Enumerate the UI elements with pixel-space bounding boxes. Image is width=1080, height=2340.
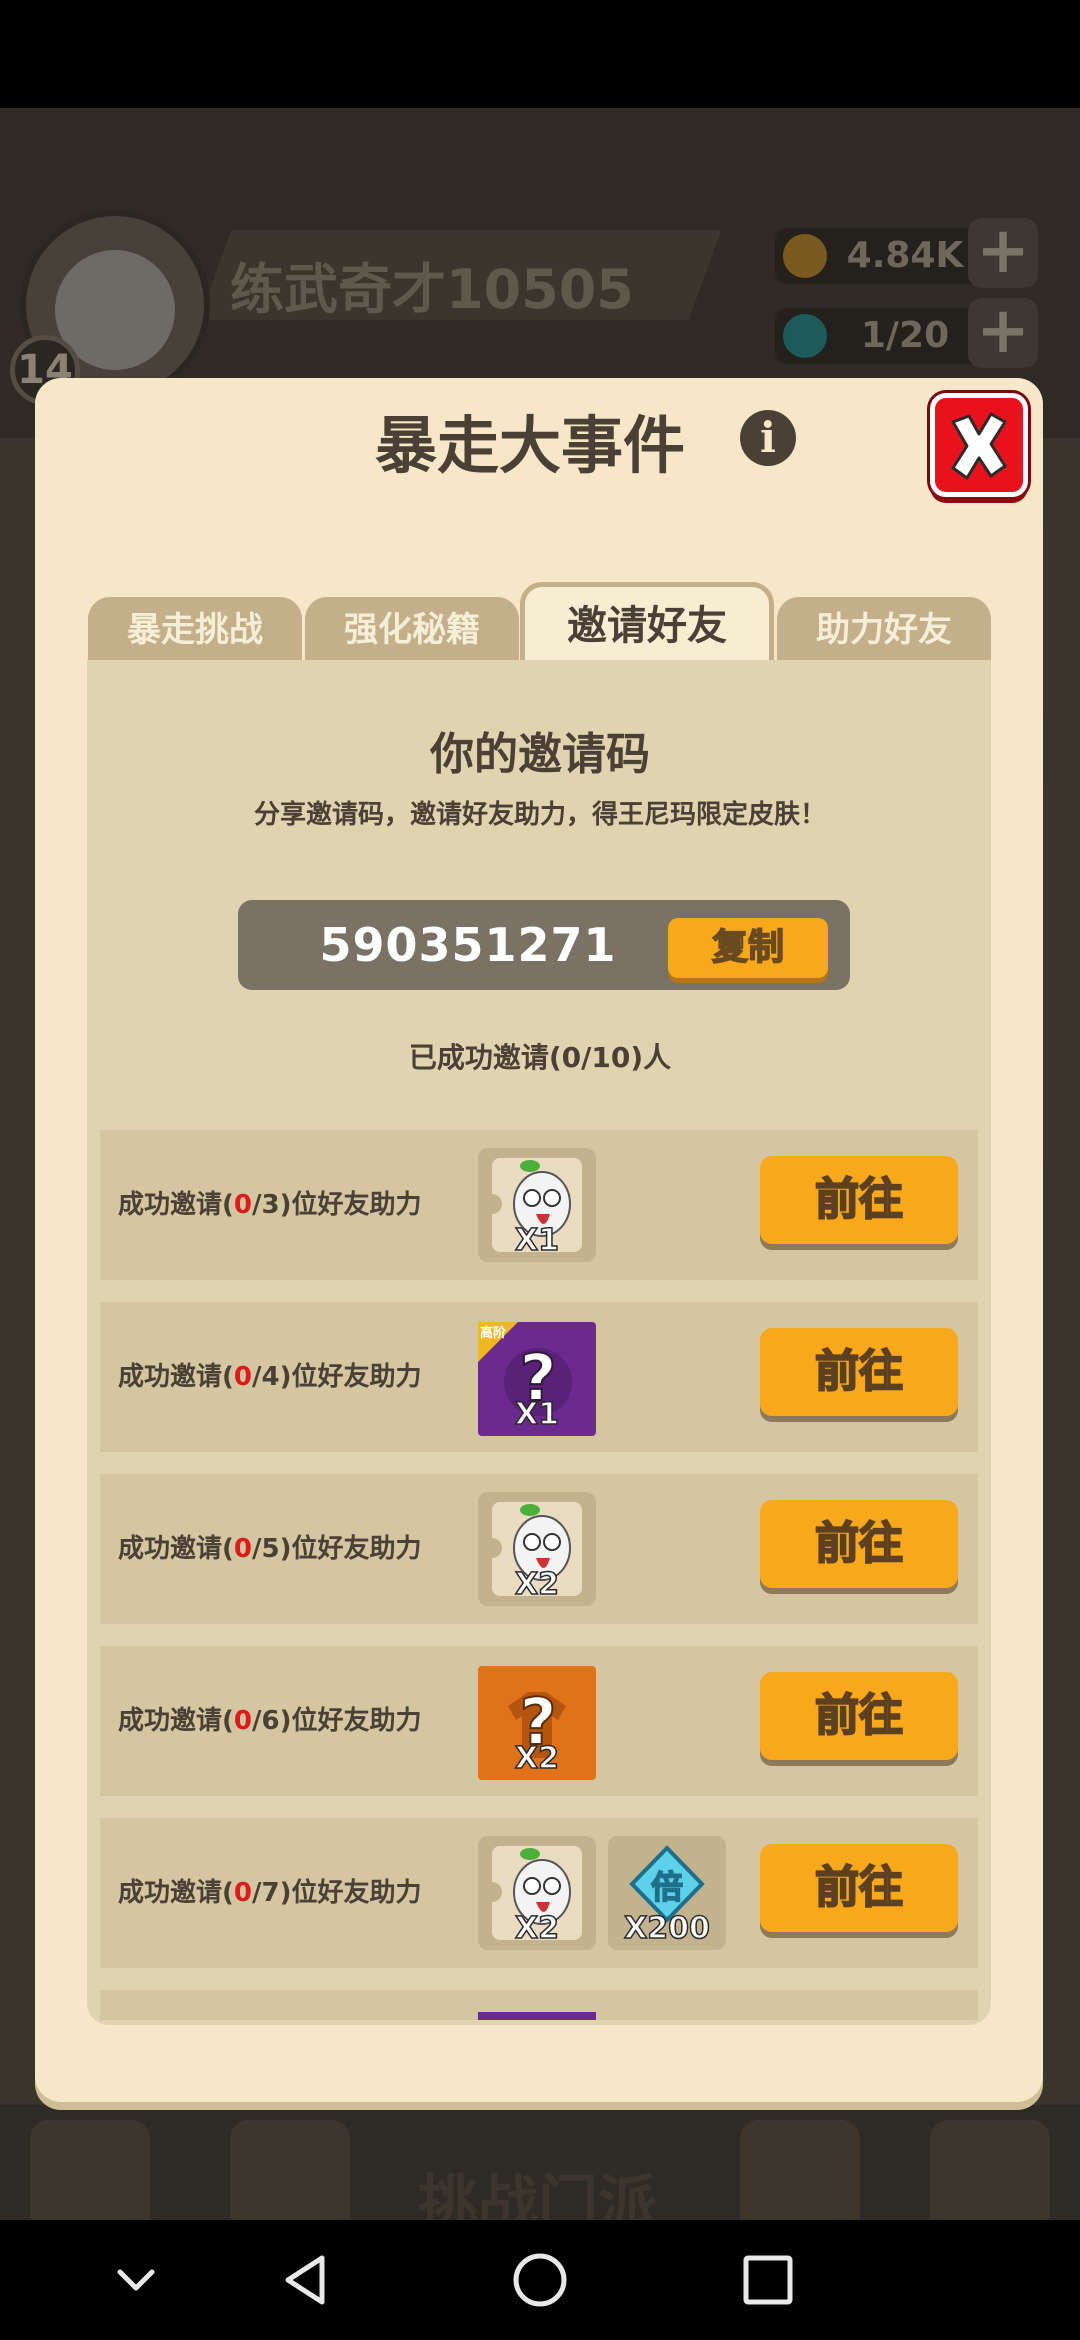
reward-quantity: X1 [514,1222,560,1259]
reward-requirement: 成功邀请(0/5)位好友助力 [118,1534,422,1564]
reward-row: 成功邀请(0/5)位好友助力 X2 前往 [100,1474,978,1624]
reward-row: 成功邀请(0/3)位好友助力 X1 前往 [100,1130,978,1280]
gem-glyph: 倍 [651,1868,683,1906]
go-button[interactable]: 前往 [760,1156,958,1244]
reward-item[interactable]: 倍 X200 [608,1836,726,1950]
reward-row-partial [100,1990,978,2020]
go-button[interactable]: 前往 [760,1844,958,1932]
add-stamina-button: + [968,298,1038,368]
reward-requirement: 成功邀请(0/6)位好友助力 [118,1706,422,1736]
tab-enhance-manual[interactable]: 强化秘籍 [305,597,519,661]
go-button[interactable]: 前往 [760,1328,958,1416]
close-icon [951,412,1007,480]
tab-assist-friends[interactable]: 助力好友 [777,597,991,661]
reward-item[interactable]: ? X1 高阶 [478,1322,596,1436]
player-name: 练武奇才10505 [230,258,634,321]
coin-icon [783,234,827,278]
reward-row: 成功邀请(0/6)位好友助力 ? X2 前往 [100,1646,978,1796]
invite-code-title: 你的邀请码 [430,729,650,780]
copy-button[interactable]: 复制 [668,918,828,978]
tier-badge: 高阶 [480,1326,507,1341]
tab-invite-friends[interactable]: 邀请好友 [520,582,774,662]
reward-quantity: X2 [514,1910,560,1947]
info-icon[interactable]: i [740,410,796,466]
reward-row: 成功邀请(0/4)位好友助力 ? X1 高阶 前往 [100,1302,978,1452]
reward-item-partial [478,2012,596,2020]
reward-quantity: X200 [623,1910,710,1947]
recents-icon[interactable] [732,2244,804,2316]
home-icon[interactable] [504,2244,576,2316]
close-button[interactable] [930,393,1028,497]
invited-count: 已成功邀请(0/10)人 [408,1041,672,1074]
go-button[interactable]: 前往 [760,1500,958,1588]
reward-requirement: 成功邀请(0/4)位好友助力 [118,1362,422,1392]
status-bar [0,0,1080,108]
reward-item[interactable]: X2 [478,1492,596,1606]
reward-item[interactable]: X2 [478,1836,596,1950]
reward-quantity: X2 [514,1566,560,1603]
go-button[interactable]: 前往 [760,1672,958,1760]
reward-requirement: 成功邀请(0/7)位好友助力 [118,1878,422,1908]
add-currency-button: + [968,218,1038,288]
reward-item[interactable]: X1 [478,1148,596,1262]
back-icon[interactable] [272,2244,344,2316]
reward-row: 成功邀请(0/7)位好友助力 X2 倍 X200 前往 [100,1818,978,1968]
modal-title: 暴走大事件 [374,409,685,482]
invite-code-value: 590351271 [319,918,617,972]
gem-icon [783,314,827,358]
reward-requirement: 成功邀请(0/3)位好友助力 [118,1190,422,1220]
reward-quantity: X1 [514,1396,560,1433]
tab-rampage-challenge[interactable]: 暴走挑战 [88,597,302,661]
chevron-down-icon[interactable] [100,2244,172,2316]
side-event-icon [1040,520,1080,720]
invite-code-subtitle: 分享邀请码，邀请好友助力，得王尼玛限定皮肤！ [253,800,826,830]
reward-item[interactable]: ? X2 [478,1666,596,1780]
reward-quantity: X2 [514,1740,560,1777]
